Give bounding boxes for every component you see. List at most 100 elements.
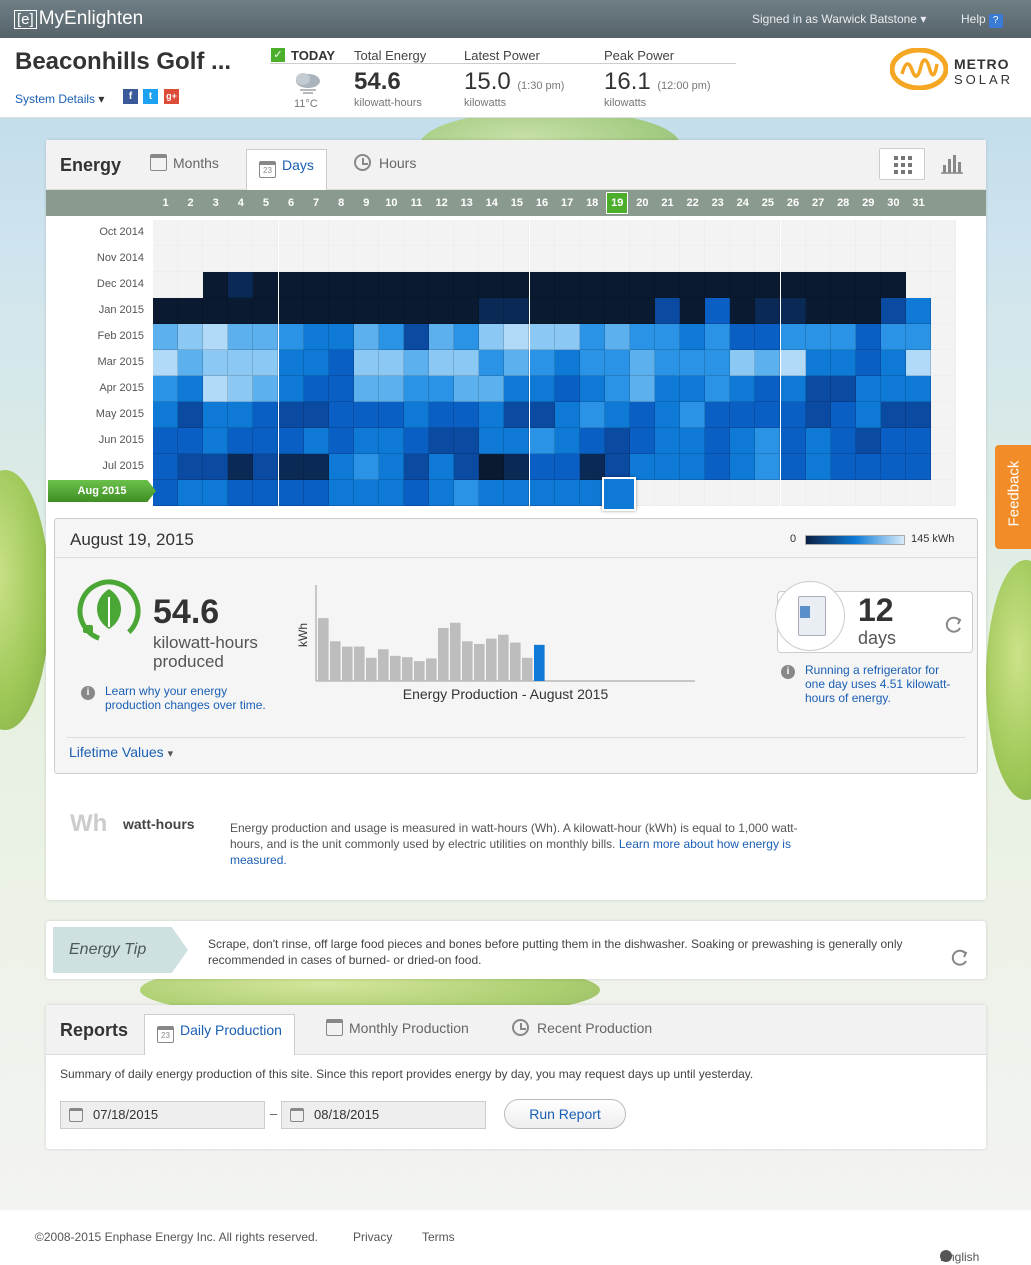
refresh-icon[interactable]	[942, 614, 964, 636]
heatmap-cell[interactable]	[378, 350, 404, 376]
heatmap-cell[interactable]	[805, 402, 831, 428]
heatmap-cell[interactable]	[579, 454, 605, 480]
day-number[interactable]: 23	[705, 197, 730, 209]
heatmap-cell[interactable]	[755, 298, 781, 324]
user-menu[interactable]: Signed in as Warwick Batstone ▾	[752, 12, 926, 26]
heatmap-cell[interactable]	[378, 428, 404, 454]
heatmap-cell[interactable]	[805, 454, 831, 480]
heatmap-cell[interactable]	[680, 298, 706, 324]
heatmap-cell[interactable]	[454, 376, 480, 402]
heatmap-cell[interactable]	[554, 454, 580, 480]
heatmap-cell[interactable]	[228, 454, 254, 480]
heatmap-cell[interactable]	[931, 376, 957, 402]
heatmap-cell[interactable]	[830, 272, 856, 298]
day-number[interactable]: 5	[253, 197, 278, 209]
heatmap-cell[interactable]	[454, 428, 480, 454]
heatmap-cell[interactable]	[328, 272, 354, 298]
heatmap-cell[interactable]	[353, 272, 379, 298]
heatmap-cell[interactable]	[404, 428, 429, 454]
day-number[interactable]: 26	[781, 197, 806, 209]
heatmap-cell[interactable]	[906, 402, 931, 428]
month-label[interactable]: Apr 2015	[76, 382, 144, 394]
twitter-icon[interactable]: t	[143, 89, 158, 104]
heatmap-cell[interactable]	[554, 376, 580, 402]
heatmap-cell[interactable]	[253, 376, 279, 402]
month-label[interactable]: Jan 2015	[76, 304, 144, 316]
heatmap-cell[interactable]	[378, 324, 404, 350]
heatmap-cell[interactable]	[278, 324, 304, 350]
day-number[interactable]: 4	[228, 197, 253, 209]
heatmap-cell[interactable]	[253, 298, 279, 324]
refresh-icon[interactable]	[948, 947, 970, 969]
heatmap-cell[interactable]	[429, 480, 455, 506]
heatmap-cell[interactable]	[228, 376, 254, 402]
heatmap-cell[interactable]	[153, 480, 178, 506]
heatmap-cell[interactable]	[328, 350, 354, 376]
lifetime-values-toggle[interactable]: Lifetime Values ▾	[69, 744, 173, 760]
tab-recent-production[interactable]: Recent Production	[512, 1017, 652, 1047]
heatmap-cell[interactable]	[780, 324, 806, 350]
heatmap-cell[interactable]	[328, 298, 354, 324]
heatmap-cell[interactable]	[203, 376, 229, 402]
heatmap-cell[interactable]	[906, 350, 931, 376]
heatmap-cell[interactable]	[178, 428, 204, 454]
heatmap-cell[interactable]	[880, 324, 906, 350]
heatmap-cell[interactable]	[604, 376, 630, 402]
heatmap-cell[interactable]	[880, 298, 906, 324]
heatmap-cell[interactable]	[906, 428, 931, 454]
day-number[interactable]: 20	[630, 197, 655, 209]
day-number[interactable]: 25	[755, 197, 780, 209]
heatmap-cell[interactable]	[705, 272, 731, 298]
heatmap-cell[interactable]	[680, 324, 706, 350]
heatmap-cell[interactable]	[404, 376, 429, 402]
heatmap-cell[interactable]	[529, 454, 555, 480]
heatmap-cell[interactable]	[203, 480, 229, 506]
heatmap-cell[interactable]	[378, 402, 404, 428]
heatmap-cell[interactable]	[153, 298, 178, 324]
heatmap-cell[interactable]	[378, 376, 404, 402]
heatmap-cell[interactable]	[655, 428, 680, 454]
heatmap-cell[interactable]	[906, 376, 931, 402]
heatmap-cell[interactable]	[303, 480, 329, 506]
tab-monthly-production[interactable]: Monthly Production	[326, 1017, 469, 1047]
heatmap-cell[interactable]	[529, 272, 555, 298]
heatmap-cell[interactable]	[805, 428, 831, 454]
heatmap-cell[interactable]	[504, 376, 530, 402]
heatmap-cell[interactable]	[479, 324, 505, 350]
selected-day-marker[interactable]: 19	[606, 192, 629, 214]
heatmap-cell[interactable]	[880, 376, 906, 402]
heatmap-cell[interactable]	[554, 324, 580, 350]
heatmap-cell[interactable]	[303, 272, 329, 298]
heatmap-cell[interactable]	[680, 402, 706, 428]
heatmap-cell[interactable]	[579, 402, 605, 428]
heatmap-cell[interactable]	[629, 350, 655, 376]
day-number[interactable]: 13	[454, 197, 479, 209]
heatmap-cell[interactable]	[479, 454, 505, 480]
heatmap-cell[interactable]	[228, 428, 254, 454]
heatmap-cell[interactable]	[178, 402, 204, 428]
heatmap-cell[interactable]	[604, 298, 630, 324]
heatmap-cell[interactable]	[203, 350, 229, 376]
heatmap-cell[interactable]	[730, 376, 756, 402]
heatmap-cell[interactable]	[554, 350, 580, 376]
heatmap-cell[interactable]	[830, 324, 856, 350]
heatmap-cell[interactable]	[755, 454, 781, 480]
heatmap-cell[interactable]	[780, 272, 806, 298]
heatmap-cell[interactable]	[604, 428, 630, 454]
heatmap-cell[interactable]	[328, 454, 354, 480]
help-link[interactable]: Help?	[961, 12, 1003, 28]
heatmap-cell[interactable]	[554, 428, 580, 454]
heatmap-cell[interactable]	[655, 376, 680, 402]
heatmap-cell[interactable]	[404, 272, 429, 298]
heatmap-cell[interactable]	[705, 350, 731, 376]
heatmap-cell[interactable]	[906, 298, 931, 324]
heatmap-cell[interactable]	[880, 454, 906, 480]
heatmap-cell[interactable]	[655, 298, 680, 324]
heatmap-cell[interactable]	[404, 402, 429, 428]
day-number[interactable]: 18	[580, 197, 605, 209]
heatmap-cell[interactable]	[655, 324, 680, 350]
heatmap-cell[interactable]	[479, 272, 505, 298]
heatmap-cell[interactable]	[353, 480, 379, 506]
heatmap-cell[interactable]	[655, 454, 680, 480]
heatmap-cell[interactable]	[479, 298, 505, 324]
